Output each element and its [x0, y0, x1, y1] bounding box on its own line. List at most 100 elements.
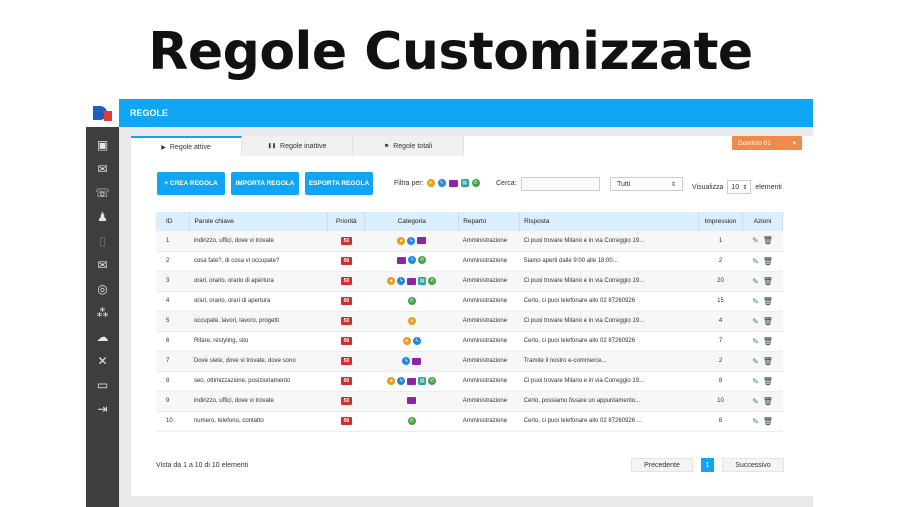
trash-icon[interactable]: 🗑: [763, 337, 773, 346]
col-keywords[interactable]: Parole chiave: [189, 212, 329, 231]
col-impression[interactable]: Impression: [698, 212, 743, 231]
trash-icon[interactable]: 🗑: [763, 257, 773, 266]
page-1-button[interactable]: 1: [701, 458, 714, 472]
sms-icon[interactable]: ▤: [460, 179, 469, 187]
table-row[interactable]: 1 indirizzo, uffici, dove vi trovate 50 ● ϟ A…: [156, 231, 783, 252]
messenger-icon: ϟ: [397, 377, 406, 385]
prev-page-button[interactable]: Precedente: [631, 458, 693, 472]
page-headline: Regole Customizzate: [148, 22, 753, 82]
col-category[interactable]: Categoria: [364, 212, 460, 231]
dashboard-icon[interactable]: ▣: [86, 133, 119, 157]
chat-icon[interactable]: ☁: [86, 325, 119, 349]
top-bar: REGOLE: [119, 99, 813, 127]
edit-icon[interactable]: ✎: [752, 397, 759, 406]
status-select[interactable]: Tutti ⇕: [610, 177, 683, 191]
messenger-icon[interactable]: ϟ: [437, 179, 446, 187]
cell-impression: 6: [698, 411, 743, 432]
col-department[interactable]: Reparto: [458, 212, 521, 231]
cell-impression: 2: [698, 251, 743, 272]
edit-icon[interactable]: ✎: [752, 377, 759, 386]
search-input[interactable]: [521, 177, 600, 191]
table-row[interactable]: 8 seo, ottimizzazione, posizionamento 50 ● ϟ…: [156, 371, 783, 392]
edit-icon[interactable]: ✎: [752, 417, 759, 426]
whatsapp-icon: ✆: [428, 277, 437, 285]
pagination: Precedente 1 Successivo: [631, 458, 784, 472]
col-actions: Azioni: [742, 212, 784, 231]
cell-answer: Tramite il nostro e-commerce...: [519, 351, 699, 372]
trash-icon[interactable]: 🗑: [763, 277, 773, 286]
priority-badge: 50: [340, 357, 353, 365]
table-row[interactable]: 4 orari, orario, orari di apertura 50 ✆ Ammi…: [156, 291, 783, 312]
whatsapp-icon[interactable]: ✆: [471, 179, 480, 187]
table-row[interactable]: 10 numero, telefono, contatto 50 ✆ Amministr…: [156, 411, 783, 432]
cell-priority: 50: [327, 391, 365, 412]
table-row[interactable]: 3 orari, orario, orario di apertura 50 ● ϟ ▤ ✆…: [156, 271, 783, 292]
edit-icon[interactable]: ✎: [752, 337, 759, 346]
inbox-icon[interactable]: ✉: [86, 157, 119, 181]
create-rule-button[interactable]: + CREA REGOLA: [157, 172, 225, 195]
email-icon: [412, 357, 422, 365]
cell-actions: ✎ 🗑: [742, 311, 783, 332]
email-icon[interactable]: [448, 179, 458, 187]
category-icons: ● ϟ: [397, 236, 427, 245]
trash-icon[interactable]: 🗑: [763, 397, 773, 406]
trash-icon[interactable]: 🗑: [763, 417, 773, 426]
edit-icon[interactable]: ✎: [752, 257, 759, 266]
mail-settings-icon[interactable]: ✉: [86, 253, 119, 277]
bookmark-icon: ⚑: [383, 143, 390, 150]
trash-icon[interactable]: 🗑: [763, 297, 773, 306]
cell-category: ● ϟ: [364, 231, 459, 252]
export-rule-button[interactable]: ESPORTA REGOLA: [305, 172, 373, 195]
network-icon[interactable]: ⁂: [86, 301, 119, 325]
import-rule-button[interactable]: IMPORTA REGOLA: [231, 172, 299, 195]
trash-icon[interactable]: 🗑: [763, 236, 773, 245]
col-id[interactable]: ID: [156, 212, 191, 231]
support-icon[interactable]: ☏: [86, 181, 119, 205]
table-body: 1 indirizzo, uffici, dove vi trovate 50 ● ϟ A…: [156, 231, 783, 432]
monitor-icon[interactable]: ▭: [86, 373, 119, 397]
trash-icon[interactable]: 🗑: [763, 377, 773, 386]
edit-icon[interactable]: ✎: [752, 357, 759, 366]
table-row[interactable]: 9 indirizzo, uffici, dove vi trovate 50 Amm…: [156, 391, 783, 412]
edit-icon[interactable]: ✎: [752, 277, 759, 286]
domain-select[interactable]: Dominio 01 ▾: [732, 136, 802, 150]
livechat-icon[interactable]: ●: [426, 179, 435, 187]
toolbar: + CREA REGOLA IMPORTA REGOLA ESPORTA REG…: [157, 172, 373, 195]
tab-inactive-rules[interactable]: ❚❚ Regole inattive: [242, 136, 353, 156]
priority-badge: 50: [340, 337, 353, 345]
page-size-label: Visualizza: [692, 183, 724, 191]
table-row[interactable]: 6 Rifare, restyling, sito 50 ● ϟ Amministrazi…: [156, 331, 783, 352]
cell-category: ϟ: [364, 351, 459, 372]
rules-tabs: ▶ Regole attive ❚❚ Regole inattive ⚑ Reg…: [131, 136, 464, 156]
priority-badge: 50: [340, 236, 353, 245]
cell-priority: 50: [327, 231, 365, 252]
next-page-button[interactable]: Successivo: [722, 458, 784, 472]
priority-badge: 50: [340, 417, 353, 425]
page-size-select[interactable]: 10 ⇕: [727, 180, 752, 194]
edit-icon[interactable]: ✎: [752, 317, 759, 326]
cell-keywords: orari, orario, orari di apertura: [189, 291, 328, 312]
tab-active-rules[interactable]: ▶ Regole attive: [131, 136, 242, 156]
edit-icon[interactable]: ✎: [752, 236, 759, 245]
trash-icon[interactable]: 🗑: [763, 317, 773, 326]
rules-panel: ▶ Regole attive ❚❚ Regole inattive ⚑ Reg…: [131, 136, 813, 496]
edit-icon[interactable]: ✎: [752, 297, 759, 306]
team-icon[interactable]: ♟: [86, 205, 119, 229]
cell-id: 2: [156, 251, 190, 272]
logout-icon[interactable]: ⇥: [86, 397, 119, 421]
tablet-icon[interactable]: ▯: [86, 229, 119, 253]
trash-icon[interactable]: 🗑: [763, 357, 773, 366]
priority-badge: 50: [340, 317, 353, 325]
col-answer[interactable]: Risposta: [519, 212, 699, 231]
table-row[interactable]: 2 cosa fate?, di cosa vi occupate? 50 ϟ ✆ Amm…: [156, 251, 783, 272]
col-priority[interactable]: Priorità: [327, 212, 366, 231]
table-row[interactable]: 7 Dove siete, dove vi trovate, dove sono 5…: [156, 351, 783, 372]
tab-total-rules[interactable]: ⚑ Regole totali: [353, 136, 464, 156]
tools-icon[interactable]: ✕: [86, 349, 119, 373]
cell-category: ● ϟ ▤ ✆: [364, 271, 459, 292]
table-row[interactable]: 5 occupate, lavori, lavoro, progetti 50 ● Am…: [156, 311, 783, 332]
cell-priority: 50: [327, 351, 365, 372]
cell-impression: 15: [698, 291, 743, 312]
check-circle-icon[interactable]: ◎: [86, 277, 119, 301]
whatsapp-icon: ✆: [407, 297, 416, 305]
